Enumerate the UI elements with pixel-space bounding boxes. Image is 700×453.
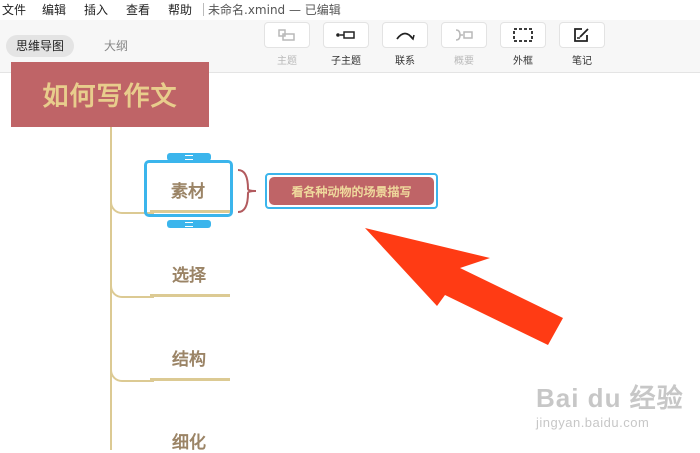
topic-underline bbox=[150, 210, 230, 213]
topic-underline bbox=[150, 378, 230, 381]
relationship-icon bbox=[382, 22, 428, 48]
boundary-icon bbox=[500, 22, 546, 48]
summary-topic[interactable]: 看各种动物的场景描写 bbox=[269, 177, 434, 205]
topic-underline bbox=[150, 294, 230, 297]
menu-file[interactable]: 文件 bbox=[2, 1, 26, 19]
resize-handle-bottom[interactable] bbox=[167, 220, 211, 228]
branch-connector bbox=[110, 282, 154, 298]
subtopic-button-label: 子主题 bbox=[331, 56, 361, 67]
watermark-url: jingyan.baidu.com bbox=[536, 415, 650, 430]
branch-topic-material[interactable]: 素材 bbox=[171, 177, 205, 202]
note-button[interactable]: 笔记 bbox=[557, 22, 607, 68]
subtopic-button[interactable]: 子主题 bbox=[321, 22, 371, 68]
note-icon bbox=[559, 22, 605, 48]
boundary-button[interactable]: 外框 bbox=[498, 22, 548, 68]
summary-bracket bbox=[237, 169, 257, 213]
note-button-label: 笔记 bbox=[572, 56, 592, 67]
tab-outline[interactable]: 大纲 bbox=[94, 35, 138, 57]
menu-help[interactable]: 帮助 bbox=[168, 1, 192, 19]
menu-bar: 文件 编辑 插入 查看 帮助 未命名.xmind — 已编辑 bbox=[0, 0, 700, 20]
document-title: 未命名.xmind — 已编辑 bbox=[208, 3, 341, 17]
root-topic[interactable]: 如何写作文 bbox=[11, 62, 209, 127]
branch-connector bbox=[110, 366, 154, 382]
topic-button-label: 主题 bbox=[277, 56, 297, 67]
menu-insert[interactable]: 插入 bbox=[84, 1, 108, 19]
watermark-main: Bai du 经验 bbox=[536, 383, 684, 413]
summary-button[interactable]: 概要 bbox=[439, 22, 489, 68]
menu-view[interactable]: 查看 bbox=[126, 1, 150, 19]
menu-edit[interactable]: 编辑 bbox=[42, 1, 66, 19]
topic-button[interactable]: 主题 bbox=[262, 22, 312, 68]
summary-button-label: 概要 bbox=[454, 56, 474, 67]
tab-mindmap[interactable]: 思维导图 bbox=[6, 35, 75, 57]
relationship-button[interactable]: 联系 bbox=[380, 22, 430, 68]
resize-handle-top[interactable] bbox=[167, 153, 211, 161]
branch-topic-structure[interactable]: 结构 bbox=[172, 345, 206, 370]
annotation-arrow-icon bbox=[365, 228, 563, 345]
branch-topic-selection[interactable]: 选择 bbox=[172, 261, 206, 286]
menu-separator bbox=[203, 3, 204, 16]
summary-icon bbox=[441, 22, 487, 48]
relationship-button-label: 联系 bbox=[395, 56, 415, 67]
boundary-button-label: 外框 bbox=[513, 56, 533, 67]
subtopic-icon bbox=[323, 22, 369, 48]
topic-icon bbox=[264, 22, 310, 48]
watermark-logo: Bai du 经验 jingyan.baidu.com bbox=[536, 378, 684, 430]
branch-topic-refine[interactable]: 细化 bbox=[172, 428, 206, 453]
